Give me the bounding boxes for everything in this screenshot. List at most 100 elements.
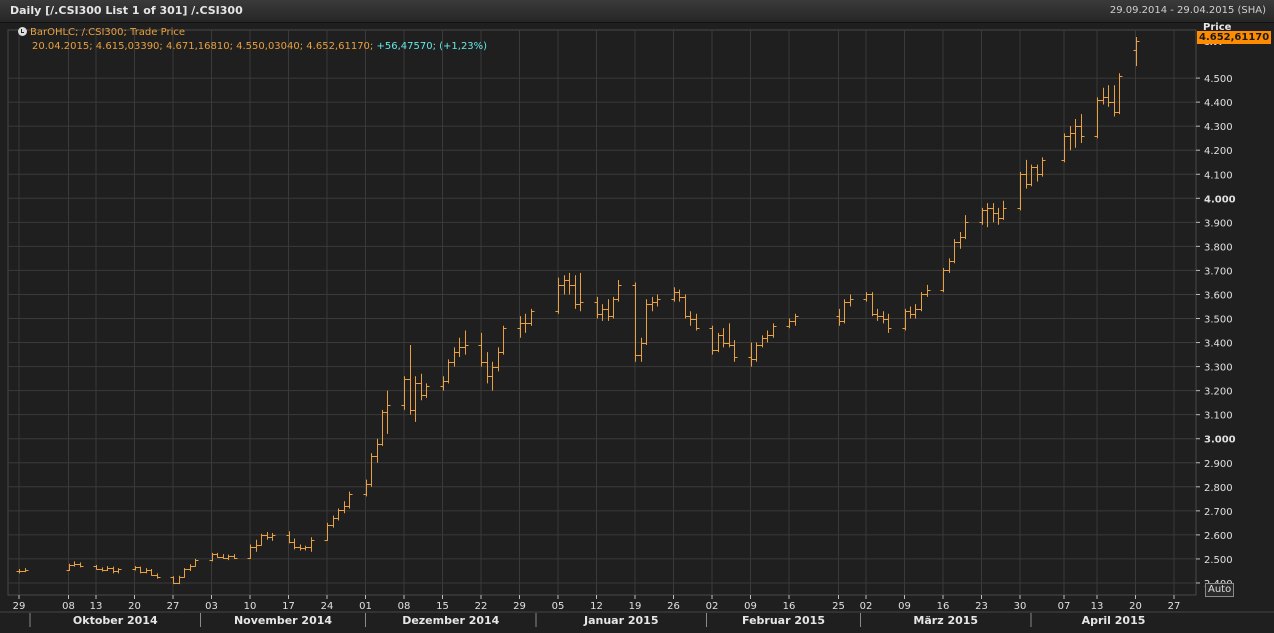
ohlc-bar[interactable] (517, 316, 524, 338)
ohlc-bar[interactable] (1094, 97, 1101, 139)
ohlc-bar[interactable] (1078, 114, 1085, 143)
ohlc-bar[interactable] (649, 296, 656, 312)
ohlc-bar[interactable] (880, 311, 887, 324)
ohlc-bar[interactable] (951, 239, 958, 264)
ohlc-bar[interactable] (363, 479, 370, 497)
ohlc-bar[interactable] (748, 342, 755, 367)
chart-area[interactable]: 2.4002.5002.6002.7002.8002.9003.0003.100… (0, 22, 1274, 629)
ohlc-bar[interactable] (863, 292, 870, 302)
ohlc-bar[interactable] (1072, 118, 1079, 148)
ohlc-bar[interactable] (264, 532, 271, 540)
ohlc-bar[interactable] (269, 532, 276, 541)
ohlc-bar[interactable] (500, 325, 507, 355)
ohlc-bar[interactable] (885, 313, 892, 333)
ohlc-bar[interactable] (786, 318, 793, 329)
ohlc-bar[interactable] (841, 299, 848, 324)
ohlc-bar[interactable] (709, 325, 716, 355)
ohlc-bar[interactable] (104, 566, 111, 571)
ohlc-bar[interactable] (792, 313, 799, 326)
ohlc-bar[interactable] (615, 280, 622, 302)
ohlc-bar[interactable] (1034, 164, 1041, 182)
ohlc-bar[interactable] (1028, 164, 1035, 187)
ohlc-bar[interactable] (693, 313, 700, 331)
ohlc-bar[interactable] (181, 568, 188, 578)
ohlc-bar[interactable] (297, 544, 304, 551)
ohlc-bar[interactable] (682, 294, 689, 319)
ohlc-bar[interactable] (643, 299, 650, 345)
ohlc-bar[interactable] (335, 508, 342, 521)
ohlc-bar[interactable] (418, 373, 425, 401)
ohlc-bar[interactable] (836, 308, 843, 326)
ohlc-bar[interactable] (1061, 133, 1068, 163)
auto-scale-button[interactable]: Auto (1205, 583, 1235, 597)
ohlc-bar[interactable] (407, 344, 414, 415)
ohlc-bar[interactable] (451, 347, 458, 367)
ohlc-bar[interactable] (16, 569, 23, 574)
ohlc-bar[interactable] (1017, 171, 1024, 211)
ohlc-bar[interactable] (1067, 126, 1074, 151)
ohlc-bar[interactable] (148, 569, 155, 576)
ohlc-bar[interactable] (594, 296, 601, 319)
ohlc-bar[interactable] (187, 564, 194, 571)
ohlc-bar[interactable] (731, 340, 738, 362)
ohlc-bar[interactable] (93, 564, 100, 570)
ohlc-bar[interactable] (374, 438, 381, 463)
ohlc-bar[interactable] (610, 296, 617, 319)
ohlc-bar[interactable] (1111, 85, 1118, 117)
ohlc-bar[interactable] (379, 409, 386, 446)
ohlc-bar[interactable] (247, 544, 254, 559)
ohlc-bar[interactable] (522, 313, 529, 333)
ohlc-bar[interactable] (66, 563, 73, 571)
ohlc-bar[interactable] (1000, 200, 1007, 220)
ohlc-bar[interactable] (132, 566, 139, 571)
ohlc-bar[interactable] (924, 284, 931, 297)
ohlc-bar[interactable] (154, 573, 161, 579)
ohlc-bar[interactable] (324, 522, 331, 541)
ohlc-bar[interactable] (445, 359, 452, 384)
ohlc-bar[interactable] (231, 554, 238, 559)
ohlc-bar[interactable] (676, 289, 683, 302)
ohlc-bar[interactable] (214, 552, 221, 558)
ohlc-bar[interactable] (764, 330, 771, 343)
ohlc-bar[interactable] (115, 568, 122, 574)
ohlc-bar[interactable] (720, 328, 727, 348)
ohlc-bar[interactable] (456, 337, 463, 357)
ohlc-bar[interactable] (759, 335, 766, 348)
ohlc-bar[interactable] (192, 558, 199, 567)
ohlc-bar[interactable] (478, 332, 485, 367)
ohlc-bar[interactable] (990, 203, 997, 223)
ohlc-bar[interactable] (528, 308, 535, 326)
ohlc-bar[interactable] (984, 203, 991, 228)
ohlc-bar[interactable] (71, 561, 78, 567)
ohlc-bar[interactable] (401, 376, 408, 410)
ohlc-bar[interactable] (770, 323, 777, 338)
ohlc-bar[interactable] (22, 568, 29, 573)
ohlc-bar[interactable] (302, 545, 309, 551)
ohlc-bar[interactable] (291, 538, 298, 550)
ohlc-bar[interactable] (912, 304, 919, 319)
ohlc-bar[interactable] (308, 537, 315, 552)
ohlc-bar[interactable] (484, 352, 491, 384)
ohlc-bar[interactable] (566, 272, 573, 295)
ohlc-bar[interactable] (869, 292, 876, 317)
ohlc-bar[interactable] (137, 566, 144, 574)
ohlc-bar[interactable] (1116, 73, 1123, 115)
ohlc-bar[interactable] (495, 347, 502, 372)
ohlc-bar[interactable] (286, 531, 293, 544)
ohlc-bar[interactable] (638, 337, 645, 362)
ohlc-bar[interactable] (330, 515, 337, 528)
ohlc-chart[interactable]: 2.4002.5002.6002.7002.8002.9003.0003.100… (0, 22, 1274, 629)
ohlc-bar[interactable] (440, 376, 447, 391)
ohlc-bar[interactable] (77, 562, 84, 568)
ohlc-bar[interactable] (726, 323, 733, 348)
ohlc-bar[interactable] (753, 342, 760, 362)
ohlc-bar[interactable] (572, 275, 579, 309)
ohlc-bar[interactable] (847, 294, 854, 307)
ohlc-bar[interactable] (577, 272, 584, 312)
ohlc-bar[interactable] (561, 275, 568, 295)
clock-icon[interactable] (18, 27, 27, 36)
ohlc-bar[interactable] (940, 268, 947, 293)
ohlc-bar[interactable] (654, 294, 661, 307)
ohlc-bar[interactable] (907, 306, 914, 319)
ohlc-bar[interactable] (874, 308, 881, 321)
